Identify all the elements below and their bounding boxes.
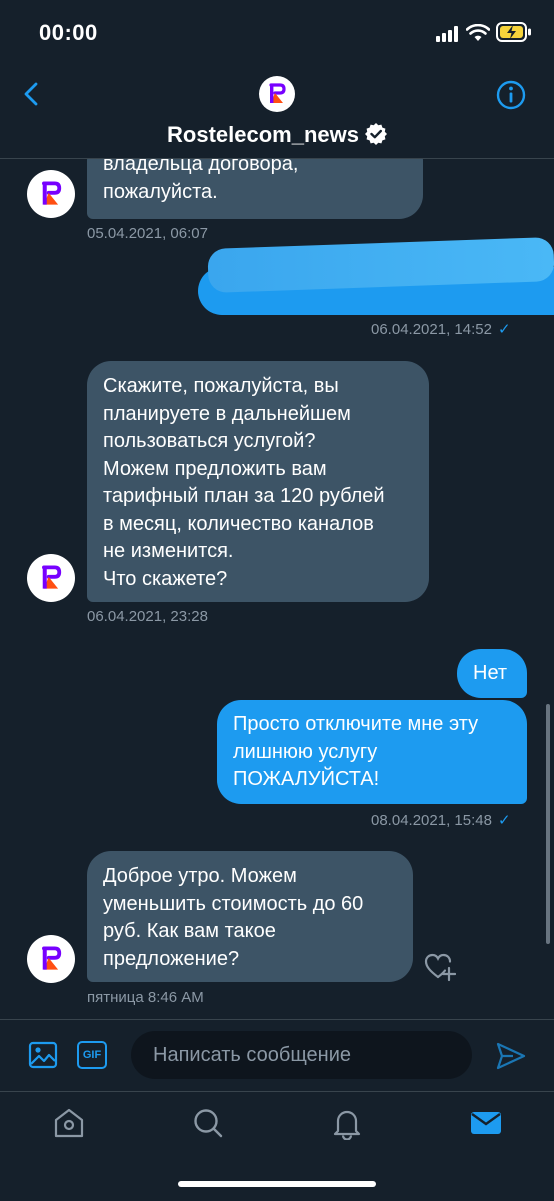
back-icon[interactable] bbox=[18, 80, 46, 108]
rostelecom-logo-icon bbox=[269, 83, 286, 103]
message-line: Нет bbox=[473, 662, 508, 684]
wifi-icon bbox=[466, 24, 490, 41]
scrollbar[interactable] bbox=[546, 704, 550, 944]
search-icon[interactable] bbox=[191, 1106, 225, 1140]
info-icon[interactable] bbox=[496, 80, 526, 110]
notifications-icon[interactable] bbox=[330, 1106, 364, 1140]
message-timestamp: 06.04.2021, 14:52 ✓ bbox=[371, 321, 511, 338]
message-line: лишнюю услугу bbox=[233, 740, 378, 763]
sender-avatar[interactable] bbox=[27, 170, 75, 218]
rostelecom-logo-icon bbox=[42, 946, 62, 970]
incoming-message[interactable]: Скажите, пожалуйста, вы планируете в дал… bbox=[87, 361, 429, 602]
message-line: Что скажете? bbox=[103, 567, 228, 590]
verified-badge-icon bbox=[364, 123, 387, 145]
status-time: 00:00 bbox=[39, 20, 98, 45]
send-icon[interactable] bbox=[495, 1040, 527, 1072]
status-bar: 00:00 bbox=[0, 0, 554, 66]
message-composer: GIF bbox=[0, 1019, 554, 1092]
message-line: руб. Как вам такое bbox=[103, 920, 276, 942]
message-line: Скажите, пожалуйста, вы bbox=[103, 375, 339, 397]
sender-avatar[interactable] bbox=[27, 935, 75, 983]
message-timestamp: пятница 8:46 AM bbox=[87, 989, 204, 1006]
message-line: предложение? bbox=[103, 947, 240, 970]
message-line: владельца договора, bbox=[103, 159, 299, 175]
message-line: планируете в дальнейшем bbox=[103, 402, 351, 425]
incoming-message[interactable]: владельца договора, пожалуйста. bbox=[87, 159, 423, 219]
header-avatar[interactable] bbox=[259, 76, 295, 112]
gif-label: GIF bbox=[82, 1049, 102, 1061]
messages-icon[interactable] bbox=[469, 1106, 503, 1140]
message-line: Можем предложить вам bbox=[103, 457, 327, 480]
read-check-icon: ✓ bbox=[497, 321, 511, 338]
gif-button[interactable]: GIF bbox=[77, 1041, 107, 1069]
message-line: в месяц, количество каналов bbox=[103, 512, 374, 535]
message-timestamp: 06.04.2021, 23:28 bbox=[87, 608, 208, 625]
outgoing-message[interactable]: Просто отключите мне эту лишнюю услугу П… bbox=[217, 700, 527, 804]
conversation-title[interactable]: Rostelecom_news bbox=[167, 122, 359, 147]
home-icon[interactable] bbox=[52, 1106, 86, 1140]
battery-charging-icon bbox=[496, 22, 531, 42]
conversation-header: Rostelecom_news bbox=[0, 66, 554, 159]
sender-avatar[interactable] bbox=[27, 554, 75, 602]
add-reaction-heart-icon[interactable] bbox=[424, 951, 456, 983]
rostelecom-logo-icon bbox=[42, 565, 62, 589]
message-line: пользоваться услугой? bbox=[103, 430, 316, 452]
home-indicator bbox=[178, 1181, 376, 1187]
message-line: Доброе утро. Можем bbox=[103, 865, 297, 887]
message-input[interactable] bbox=[131, 1031, 472, 1079]
message-thread[interactable]: владельца договора, пожалуйста. 05.04.20… bbox=[0, 159, 554, 1019]
message-line: ПОЖАЛУЙСТА! bbox=[233, 768, 380, 790]
message-line: Просто отключите мне эту bbox=[233, 713, 479, 735]
message-line: тарифный план за 120 рублей bbox=[103, 485, 385, 507]
message-line: уменьшить стоимость до 60 bbox=[103, 892, 364, 915]
outgoing-message[interactable]: Нет bbox=[457, 649, 527, 698]
message-timestamp: 05.04.2021, 06:07 bbox=[87, 225, 208, 242]
message-line: не изменится. bbox=[103, 540, 234, 562]
message-timestamp: 08.04.2021, 15:48 ✓ bbox=[371, 812, 511, 829]
incoming-message[interactable]: Доброе утро. Можем уменьшить стоимость д… bbox=[87, 851, 413, 982]
cellular-signal-icon bbox=[436, 26, 458, 42]
read-check-icon: ✓ bbox=[497, 812, 511, 829]
add-image-icon[interactable] bbox=[28, 1040, 58, 1070]
message-line: пожалуйста. bbox=[103, 180, 218, 203]
rostelecom-logo-icon bbox=[42, 181, 62, 205]
